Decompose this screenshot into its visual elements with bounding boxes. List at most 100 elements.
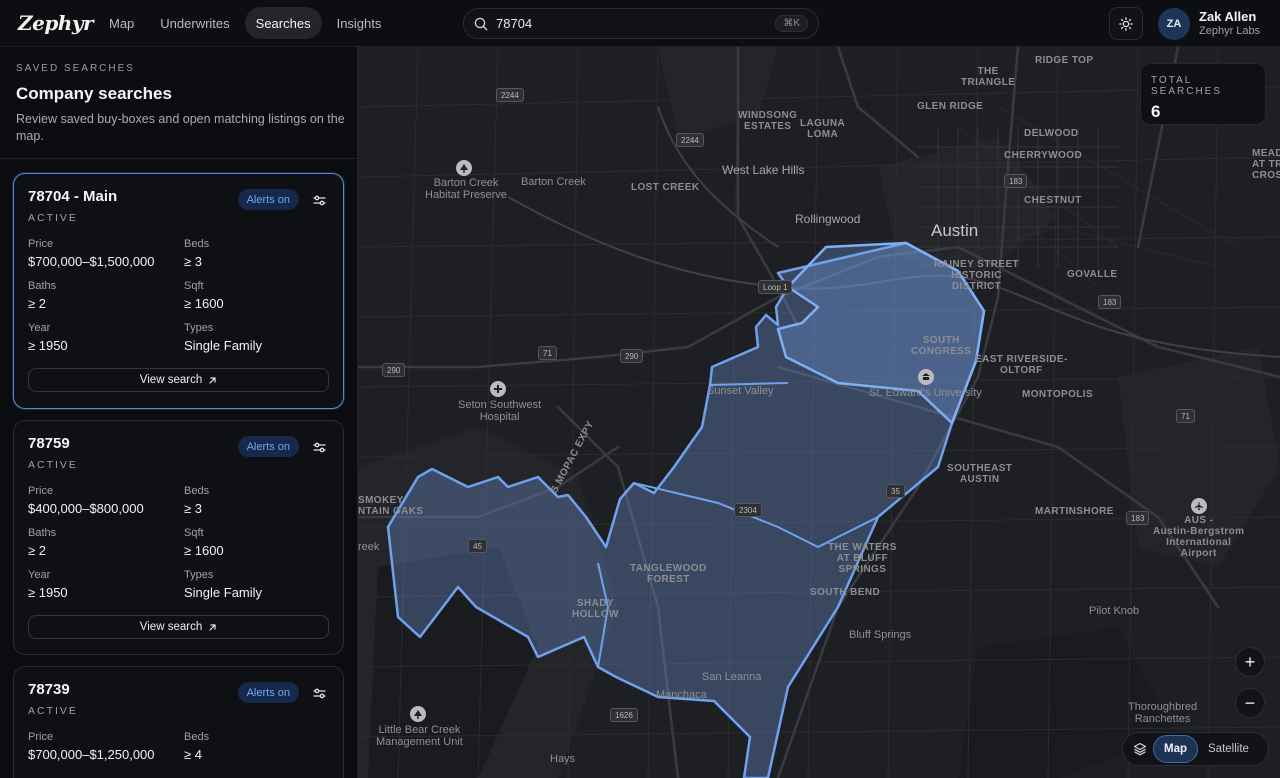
map-label-manchaca: Manchaca (656, 689, 707, 701)
map-label-reek: reek (358, 541, 380, 553)
view-search-button[interactable]: View search (28, 615, 329, 639)
highway-shield: 290 (620, 349, 644, 363)
map-label-austin: Austin (931, 221, 979, 240)
map-label-st-edwards: St. Edward's University (869, 387, 982, 399)
arrow-up-right-icon (209, 376, 216, 384)
park-icon[interactable] (456, 160, 472, 176)
theme-toggle-button[interactable] (1109, 7, 1143, 40)
map-label-pilot-knob: Pilot Knob (1089, 605, 1140, 617)
layers-icon[interactable] (1127, 736, 1153, 762)
highway-shield: 71 (538, 346, 557, 360)
year-value: ≥ 1950 (28, 338, 68, 353)
avatar[interactable]: ZA (1158, 8, 1190, 40)
main-nav: Map Underwrites Searches Insights (98, 7, 392, 39)
year-label: Year (28, 569, 51, 581)
map-label-san-leanna: San Leanna (702, 671, 762, 683)
highway-shield: Loop 1 (758, 280, 793, 294)
map-label-lost-creek: LOST CREEK (631, 182, 700, 193)
university-icon[interactable] (918, 369, 934, 385)
nav-map[interactable]: Map (98, 7, 145, 39)
highway-shield: 2304 (734, 503, 762, 517)
baths-label: Baths (28, 280, 57, 292)
map-label-delwood: DELWOOD (1024, 128, 1079, 139)
highway-shield: 183 (1126, 511, 1150, 525)
alerts-badge[interactable]: Alerts on (237, 436, 299, 457)
view-search-label: View search (139, 621, 203, 633)
sliders-icon (312, 442, 326, 452)
map-label-hays: Hays (550, 753, 576, 765)
beds-value: ≥ 4 (184, 747, 202, 762)
price-label: Price (28, 485, 54, 497)
sqft-value: ≥ 1600 (184, 543, 224, 558)
highway-shield: 45 (468, 539, 487, 553)
alerts-badge[interactable]: Alerts on (237, 189, 299, 210)
hospital-icon[interactable] (490, 381, 506, 397)
beds-value: ≥ 3 (184, 501, 202, 516)
total-searches-label: TOTAL SEARCHES (1151, 75, 1223, 97)
map-label-windsong: WINDSONG ESTATES (738, 110, 798, 132)
sqft-label: Sqft (184, 527, 204, 539)
search-input[interactable] (496, 16, 766, 31)
types-value: Single Family (184, 585, 263, 600)
zoom-in-button[interactable]: + (1235, 647, 1265, 677)
alerts-badge[interactable]: Alerts on (237, 682, 299, 703)
sidebar-eyebrow: SAVED SEARCHES (16, 63, 135, 74)
nav-insights[interactable]: Insights (326, 7, 393, 39)
search-card[interactable]: 78704 - Main ACTIVE Alerts on Price $700,… (13, 173, 344, 409)
map-label-waters-bluff-springs: THE WATERS AT BLUFF SPRINGS (828, 542, 897, 575)
layer-map-button[interactable]: Map (1153, 735, 1198, 763)
total-searches-card: TOTAL SEARCHES 6 (1140, 63, 1266, 125)
map-label-seton: Seton Southwest Hospital (458, 399, 542, 423)
app-logo[interactable]: Zephyr (18, 11, 94, 35)
filter-settings-button[interactable] (310, 684, 328, 702)
map-label-smokey: SMOKEY NTAIN OAKS (358, 495, 424, 517)
nav-searches[interactable]: Searches (244, 7, 322, 39)
park-icon[interactable] (410, 706, 426, 722)
sliders-icon (312, 688, 326, 698)
user-org: Zephyr Labs (1199, 25, 1261, 37)
layer-satellite-button[interactable]: Satellite (1198, 735, 1259, 763)
sidebar-header: SAVED SEARCHES Company searches Review s… (0, 47, 357, 159)
map-label-west-lake-hills: West Lake Hills (722, 163, 805, 177)
map-label-south-congress: SOUTH CONGRESS (911, 335, 972, 357)
saved-searches-sidebar: SAVED SEARCHES Company searches Review s… (0, 47, 358, 778)
filter-settings-button[interactable] (310, 191, 328, 209)
highway-shield: 183 (1004, 174, 1028, 188)
map-label-shady-hollow: SHADY HOLLOW (572, 598, 619, 620)
map-label-barton-creek: Barton Creek (521, 176, 586, 188)
baths-value: ≥ 2 (28, 296, 46, 311)
beds-label: Beds (184, 485, 210, 497)
map-label-montopolis: MONTOPOLIS (1022, 389, 1094, 400)
map-label-barton-creek-preserve: Barton Creek Habitat Preserve (425, 177, 507, 201)
total-searches-value: 6 (1151, 102, 1161, 121)
price-label: Price (28, 238, 54, 250)
map-label-govalle: GOVALLE (1067, 269, 1118, 280)
map-label-little-bear-creek: Little Bear Creek Management Unit (376, 724, 463, 748)
year-label: Year (28, 322, 51, 334)
search-card[interactable]: 78739 ACTIVE Alerts on Price $700,000–$1,… (13, 666, 344, 778)
view-search-button[interactable]: View search (28, 368, 329, 392)
sidebar-description: Review saved buy-boxes and open matching… (16, 112, 345, 143)
nav-underwrites[interactable]: Underwrites (149, 7, 240, 39)
search-card-status: ACTIVE (28, 705, 78, 717)
map-label-cherrywood: CHERRYWOOD (1004, 150, 1083, 161)
beds-label: Beds (184, 731, 210, 743)
map-label-aus-airport: AUS - Austin-Bergstrom International Air… (1153, 515, 1245, 559)
map-label-south-bend: SOUTH BEND (810, 587, 881, 598)
highway-shield: 2244 (676, 133, 704, 147)
zoom-out-button[interactable]: − (1235, 688, 1265, 718)
search-icon (474, 17, 488, 31)
search-card[interactable]: 78759 ACTIVE Alerts on Price $400,000–$80… (13, 420, 344, 655)
map-canvas[interactable]: Austin West Lake Hills Rollingwood Barto… (358, 47, 1280, 778)
search-card-status: ACTIVE (28, 459, 78, 471)
airport-icon[interactable] (1191, 498, 1207, 514)
highway-shield: 290 (382, 363, 406, 377)
map-label-bluff-springs: Bluff Springs (849, 629, 912, 641)
filter-settings-button[interactable] (310, 438, 328, 456)
search-bar[interactable]: ⌘K (463, 8, 819, 39)
map-label-the-triangle: THE TRIANGLE (961, 66, 1016, 88)
highway-shield: 1626 (610, 708, 638, 722)
sqft-value: ≥ 1600 (184, 296, 224, 311)
price-label: Price (28, 731, 54, 743)
search-shortcut: ⌘K (775, 15, 808, 32)
